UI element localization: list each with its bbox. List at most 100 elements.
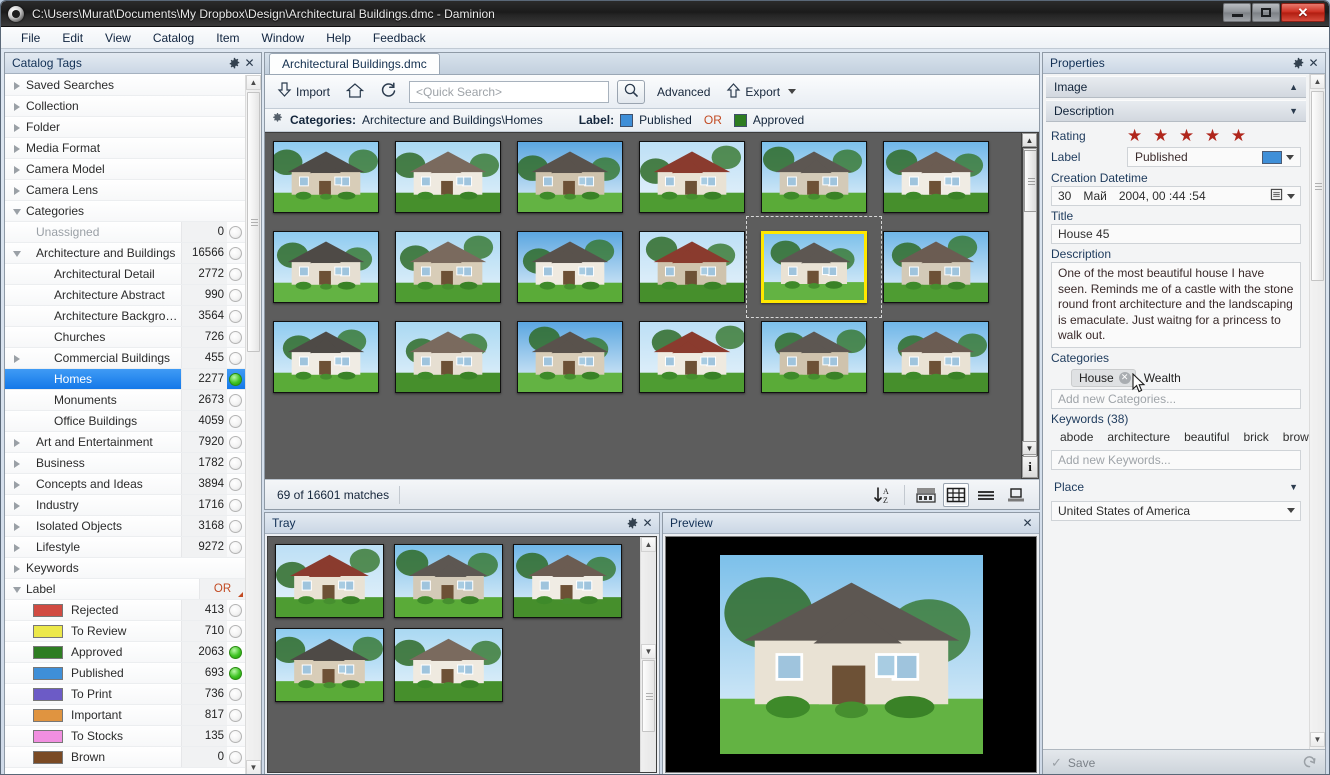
add-keyword-input[interactable]: Add new Keywords... bbox=[1051, 450, 1301, 470]
tree-row[interactable]: Business1782 bbox=[5, 453, 245, 474]
grid-scroll-down-icon[interactable]: ▼ bbox=[1022, 441, 1037, 455]
thumbnail-item[interactable] bbox=[517, 231, 623, 303]
label-row[interactable]: Rejected413 bbox=[5, 600, 245, 621]
tree-row-indicator[interactable] bbox=[229, 394, 242, 407]
scroll-thumb[interactable] bbox=[1311, 91, 1324, 281]
tree-row-indicator[interactable] bbox=[229, 247, 242, 260]
tree-row-indicator[interactable] bbox=[229, 541, 242, 554]
thumbnail-item[interactable] bbox=[517, 321, 623, 393]
label-row-indicator[interactable] bbox=[229, 751, 242, 764]
grid-scroll-thumb[interactable] bbox=[1024, 150, 1037, 212]
tray-item[interactable] bbox=[275, 628, 384, 702]
close-button[interactable]: ✕ bbox=[1281, 3, 1325, 22]
thumbnail-item[interactable] bbox=[395, 321, 501, 393]
tree-row-indicator[interactable] bbox=[229, 310, 242, 323]
chevron-right-icon[interactable] bbox=[13, 543, 22, 552]
tree-row-indicator[interactable] bbox=[229, 226, 242, 239]
remove-icon[interactable]: ✕ bbox=[1119, 372, 1131, 384]
minimize-button[interactable] bbox=[1223, 3, 1251, 22]
export-button[interactable]: Export bbox=[722, 80, 803, 104]
thumbnail-item[interactable] bbox=[761, 231, 867, 303]
scroll-down-icon[interactable]: ▼ bbox=[246, 760, 261, 775]
label-row[interactable]: To Stocks135 bbox=[5, 726, 245, 747]
revert-icon[interactable] bbox=[1302, 754, 1317, 771]
label-row-indicator[interactable] bbox=[229, 625, 242, 638]
tray-scroll-up-icon[interactable]: ▲ bbox=[641, 537, 656, 552]
creation-datetime-field[interactable]: 30 Май 2004, 00 :44 :54 bbox=[1051, 186, 1301, 206]
advanced-button[interactable]: Advanced bbox=[653, 83, 714, 101]
tree-row[interactable]: Homes2277 bbox=[5, 369, 245, 390]
chevron-down-icon[interactable] bbox=[13, 207, 22, 216]
tree-row-indicator[interactable] bbox=[229, 499, 242, 512]
rating-stars[interactable]: ★ ★ ★ ★ ★ bbox=[1127, 127, 1249, 144]
tree-row-indicator[interactable] bbox=[229, 373, 242, 386]
tree-row[interactable]: Camera Model bbox=[5, 159, 245, 180]
grid-view-button[interactable] bbox=[943, 483, 969, 507]
tree-row-indicator[interactable] bbox=[229, 352, 242, 365]
scroll-up-icon[interactable]: ▲ bbox=[1310, 74, 1325, 89]
catalog-tags-scrollbar[interactable]: ▲ ▼ bbox=[245, 75, 261, 775]
tree-row[interactable]: Concepts and Ideas3894 bbox=[5, 474, 245, 495]
menu-feedback[interactable]: Feedback bbox=[363, 29, 436, 47]
chevron-down-icon[interactable]: ▼ bbox=[1289, 482, 1298, 492]
info-icon[interactable]: i bbox=[1022, 456, 1038, 478]
keyword-tag[interactable]: brown bbox=[1283, 430, 1309, 444]
chevron-down-icon[interactable] bbox=[1287, 194, 1295, 199]
gear-icon[interactable] bbox=[1291, 56, 1306, 71]
tree-row[interactable]: Art and Entertainment7920 bbox=[5, 432, 245, 453]
menu-view[interactable]: View bbox=[95, 29, 141, 47]
filmstrip-view-button[interactable] bbox=[913, 483, 939, 507]
chevron-right-icon[interactable] bbox=[13, 144, 22, 153]
tree-row[interactable]: Office Buildings4059 bbox=[5, 411, 245, 432]
description-textarea[interactable]: One of the most beautiful house I have s… bbox=[1051, 262, 1301, 348]
tree-operator[interactable]: OR bbox=[199, 579, 245, 599]
chevron-right-icon[interactable] bbox=[13, 186, 22, 195]
tree-row[interactable]: Monuments2673 bbox=[5, 390, 245, 411]
chevron-right-icon[interactable] bbox=[13, 102, 22, 111]
tree-row-indicator[interactable] bbox=[229, 289, 242, 302]
tray-item[interactable] bbox=[275, 544, 384, 618]
tree-row[interactable]: Industry1716 bbox=[5, 495, 245, 516]
tree-row[interactable]: Architectural Detail2772 bbox=[5, 264, 245, 285]
section-image[interactable]: Image ▲ bbox=[1046, 76, 1306, 98]
thumbnail-item[interactable] bbox=[273, 321, 379, 393]
chevron-right-icon[interactable] bbox=[13, 123, 22, 132]
list-view-button[interactable] bbox=[973, 483, 999, 507]
menu-file[interactable]: File bbox=[11, 29, 50, 47]
tab-catalog[interactable]: Architectural Buildings.dmc bbox=[269, 53, 440, 74]
thumbnail-item[interactable] bbox=[639, 321, 745, 393]
details-view-button[interactable] bbox=[1003, 483, 1029, 507]
tray-scrollbar[interactable]: ▲ ▼ bbox=[640, 537, 656, 772]
thumbnail-item[interactable] bbox=[883, 231, 989, 303]
place-combo[interactable]: United States of America bbox=[1051, 501, 1301, 521]
thumbnail-item[interactable] bbox=[761, 141, 867, 213]
title-input[interactable]: House 45 bbox=[1051, 224, 1301, 244]
chevron-right-icon[interactable] bbox=[13, 438, 22, 447]
chevron-down-icon[interactable] bbox=[13, 249, 22, 258]
menu-edit[interactable]: Edit bbox=[52, 29, 93, 47]
tree-row-indicator[interactable] bbox=[229, 457, 242, 470]
tree-row[interactable]: Lifestyle9272 bbox=[5, 537, 245, 558]
tray-scroll-mid-icon[interactable]: ▼ bbox=[641, 644, 656, 659]
category-tag-house[interactable]: House ✕ bbox=[1071, 369, 1136, 387]
close-icon[interactable]: ✕ bbox=[242, 56, 257, 71]
close-icon[interactable]: ✕ bbox=[1020, 516, 1035, 531]
tree-row[interactable]: Keywords bbox=[5, 558, 245, 579]
thumbnail-item[interactable] bbox=[395, 231, 501, 303]
tree-row[interactable]: Isolated Objects3168 bbox=[5, 516, 245, 537]
menu-window[interactable]: Window bbox=[252, 29, 315, 47]
tray-scroll-thumb[interactable] bbox=[642, 660, 655, 732]
thumbnail-item[interactable] bbox=[273, 141, 379, 213]
label-row[interactable]: To Review710 bbox=[5, 621, 245, 642]
tree-row[interactable]: Saved Searches bbox=[5, 75, 245, 96]
chevron-up-icon[interactable]: ▲ bbox=[1289, 82, 1298, 92]
scroll-thumb[interactable] bbox=[247, 92, 260, 352]
gear-icon[interactable] bbox=[227, 56, 242, 71]
tree-row[interactable]: Commercial Buildings455 bbox=[5, 348, 245, 369]
close-icon[interactable]: ✕ bbox=[1306, 56, 1321, 71]
thumbnail-item[interactable] bbox=[883, 141, 989, 213]
tree-row[interactable]: Churches726 bbox=[5, 327, 245, 348]
menu-help[interactable]: Help bbox=[316, 29, 361, 47]
chevron-right-icon[interactable] bbox=[13, 501, 22, 510]
thumbnail-item[interactable] bbox=[273, 231, 379, 303]
